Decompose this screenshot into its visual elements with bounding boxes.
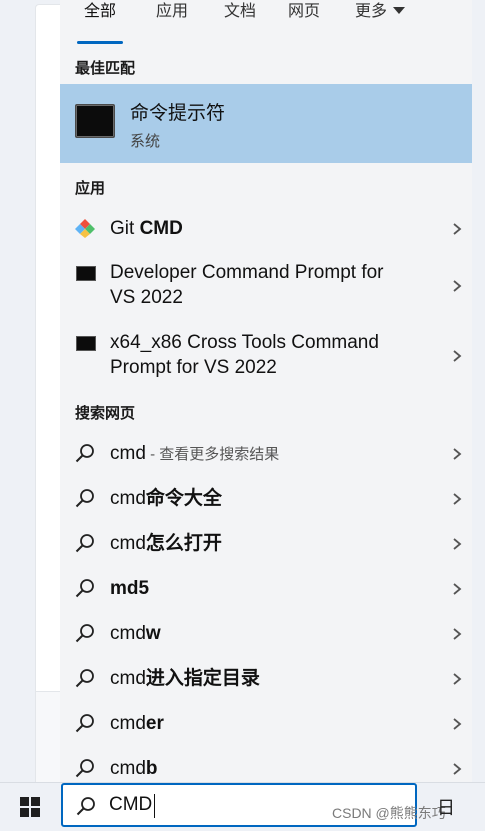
web-result-item[interactable]: cmd - 查看更多搜索结果 [60, 436, 472, 472]
chevron-right-icon[interactable] [452, 280, 462, 292]
app-result-label: Developer Command Prompt for VS 2022 [110, 260, 384, 310]
app-result-label: x64_x86 Cross Tools Command Prompt for V… [110, 330, 379, 380]
app-result-cross-tools-command-prompt[interactable]: x64_x86 Cross Tools Command Prompt for V… [60, 328, 472, 384]
chevron-right-icon[interactable] [452, 538, 462, 550]
text-cursor [154, 794, 155, 818]
app-name-line1: Developer Command Prompt for [110, 262, 384, 283]
search-results-panel: 全部 应用 文档 网页 更多 最佳匹配 命令提示符 系统 应用 Git CMD … [60, 0, 472, 782]
active-tab-indicator [77, 41, 123, 44]
tab-documents[interactable]: 文档 [220, 0, 260, 44]
chevron-right-icon[interactable] [452, 763, 462, 775]
chevron-right-icon[interactable] [452, 223, 462, 235]
section-header-web: 搜索网页 [75, 405, 136, 422]
background-right-strip [472, 0, 485, 782]
web-result-item[interactable]: cmdb [60, 751, 472, 782]
web-result-label: md5 [110, 576, 149, 601]
search-icon [75, 669, 94, 688]
search-icon [75, 444, 94, 463]
background-card-footer [35, 692, 61, 782]
app-name-match: CMD [139, 218, 183, 239]
search-icon [75, 624, 94, 643]
tab-web[interactable]: 网页 [284, 0, 324, 44]
app-name-line1: x64_x86 Cross Tools Command [110, 332, 379, 353]
app-result-label: Git CMD [110, 216, 183, 241]
web-result-label: cmd怎么打开 [110, 531, 222, 556]
tab-web-label: 网页 [287, 3, 320, 20]
tab-documents-label: 文档 [223, 3, 256, 20]
windows-start-icon[interactable] [20, 797, 40, 817]
query-suggestion: er [145, 713, 164, 734]
chevron-right-icon[interactable] [452, 350, 462, 362]
tab-all-label: 全部 [83, 3, 116, 20]
watermark: CSDN @熊熊东巧 [332, 805, 446, 821]
chevron-right-icon[interactable] [452, 493, 462, 505]
query-suggestion: 怎么打开 [145, 533, 222, 554]
query-text: cmd [110, 668, 146, 689]
web-result-item[interactable]: cmd怎么打开 [60, 526, 472, 562]
chevron-right-icon[interactable] [452, 583, 462, 595]
query-text: cmd [110, 758, 146, 779]
terminal-icon [75, 104, 115, 138]
query-suggestion: 进入指定目录 [145, 668, 260, 689]
search-icon [75, 759, 94, 778]
tab-apps-label: 应用 [155, 3, 188, 20]
search-icon [75, 714, 94, 733]
see-more-results-text: - 查看更多搜索结果 [145, 446, 280, 463]
web-result-item[interactable]: md5 [60, 571, 472, 607]
query-text: cmd [110, 713, 146, 734]
web-result-item[interactable]: cmder [60, 706, 472, 742]
tab-apps[interactable]: 应用 [152, 0, 192, 44]
app-name-prefix: Git [110, 218, 140, 239]
git-icon [75, 219, 95, 238]
app-result-git-cmd[interactable]: Git CMD [60, 210, 472, 246]
web-result-item[interactable]: cmdw [60, 616, 472, 652]
terminal-icon [76, 266, 96, 281]
filter-tabs: 全部 应用 文档 网页 更多 [60, 0, 472, 44]
query-text: cmd [110, 623, 146, 644]
search-input[interactable] [109, 794, 309, 816]
best-match-subtitle: 系统 [130, 133, 161, 150]
tab-all[interactable]: 全部 [77, 0, 123, 44]
section-header-apps: 应用 [75, 180, 106, 197]
app-name-line2: Prompt for VS 2022 [110, 357, 277, 378]
web-result-label: cmdw [110, 621, 161, 646]
web-result-label: cmder [110, 711, 164, 736]
app-name-line2: VS 2022 [110, 287, 183, 308]
tab-more[interactable]: 更多 [350, 0, 410, 44]
web-result-label: cmd - 查看更多搜索结果 [110, 441, 279, 467]
web-result-item[interactable]: cmd命令大全 [60, 481, 472, 517]
taskbar-app-label[interactable]: 日 [437, 794, 455, 820]
search-icon [75, 534, 94, 553]
query-text: cmd [110, 533, 146, 554]
query-text: cmd [110, 443, 146, 464]
query-suggestion: 命令大全 [145, 488, 222, 509]
chevron-right-icon[interactable] [452, 718, 462, 730]
search-icon [75, 579, 94, 598]
chevron-right-icon[interactable] [452, 448, 462, 460]
section-header-best-match: 最佳匹配 [75, 60, 136, 77]
chevron-right-icon[interactable] [452, 673, 462, 685]
best-match-item[interactable]: 命令提示符 系统 [60, 84, 472, 163]
query-text: cmd [110, 488, 146, 509]
web-result-label: cmd进入指定目录 [110, 666, 260, 691]
app-result-developer-command-prompt[interactable]: Developer Command Prompt for VS 2022 [60, 258, 472, 314]
search-icon [76, 797, 95, 816]
web-result-label: cmd命令大全 [110, 486, 222, 511]
tab-more-label: 更多 [354, 3, 387, 20]
terminal-icon [76, 336, 96, 351]
query-suggestion: md5 [110, 578, 150, 599]
caret-down-icon [393, 7, 405, 14]
background-card [35, 4, 61, 692]
query-suggestion: b [145, 758, 158, 779]
best-match-title: 命令提示符 [130, 103, 226, 124]
chevron-right-icon[interactable] [452, 628, 462, 640]
search-icon [75, 489, 94, 508]
web-result-label: cmdb [110, 756, 158, 781]
query-suggestion: w [145, 623, 161, 644]
web-result-item[interactable]: cmd进入指定目录 [60, 661, 472, 697]
